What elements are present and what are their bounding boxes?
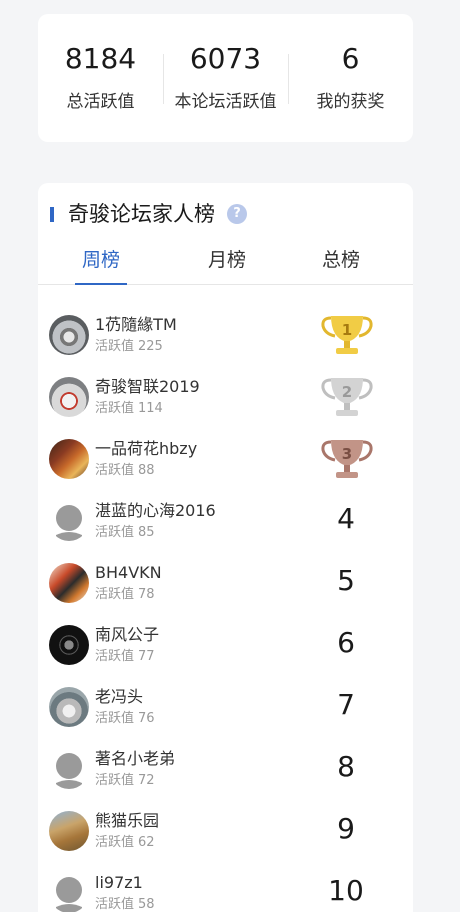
activity-score: 活跃值 78 [95, 587, 155, 603]
stat-value: 8184 [64, 42, 137, 75]
activity-value: 225 [138, 339, 163, 354]
help-icon[interactable]: ? [227, 204, 247, 224]
ranking-header: 奇骏论坛家人榜 ? [50, 201, 247, 227]
ranking-title: 奇骏论坛家人榜 [68, 202, 215, 226]
activity-label: 活跃值 [95, 835, 135, 850]
user-name[interactable]: 1芿隨緣TM [95, 315, 177, 335]
stats-card: 8184 总活跃值 6073 本论坛活跃值 6 我的获奖 [38, 14, 413, 142]
rank-number: 4 [337, 502, 355, 535]
stat-value: 6 [341, 42, 360, 75]
ranking-row[interactable]: 奇骏智联2019 活跃值 114 2 [38, 363, 413, 425]
user-avatar[interactable] [49, 315, 89, 355]
activity-value: 88 [138, 463, 155, 478]
default-avatar-icon [56, 877, 82, 912]
title-accent-bar [50, 206, 54, 222]
activity-score: 活跃值 58 [95, 897, 155, 912]
activity-value: 85 [138, 525, 155, 540]
user-avatar[interactable] [49, 501, 89, 541]
activity-label: 活跃值 [95, 711, 135, 726]
activity-label: 活跃值 [95, 525, 135, 540]
activity-value: 76 [138, 711, 155, 726]
activity-score: 活跃值 114 [95, 401, 163, 417]
stat-label: 我的获奖 [316, 92, 385, 112]
gold-trophy-icon: 1 [321, 316, 373, 354]
activity-score: 活跃值 85 [95, 525, 155, 541]
rank-number: 5 [337, 564, 355, 597]
rank-number: 8 [337, 750, 355, 783]
default-avatar-icon [56, 505, 82, 541]
user-avatar[interactable] [49, 439, 89, 479]
rank-number: 9 [337, 812, 355, 845]
activity-label: 活跃值 [95, 587, 135, 602]
activity-value: 72 [138, 773, 155, 788]
activity-value: 58 [138, 897, 155, 912]
activity-score: 活跃值 76 [95, 711, 155, 727]
silver-trophy-icon: 2 [321, 378, 373, 416]
default-avatar-icon [56, 753, 82, 789]
user-name[interactable]: 南风公子 [95, 625, 159, 645]
ranking-row[interactable]: 一品荷花hbzy 活跃值 88 3 [38, 425, 413, 487]
activity-label: 活跃值 [95, 897, 135, 912]
user-avatar[interactable] [49, 749, 89, 789]
stat-value: 6073 [189, 42, 262, 75]
svg-text:2: 2 [342, 383, 352, 401]
stat-forum-activity[interactable]: 6073 本论坛活跃值 [163, 14, 288, 142]
stat-label: 本论坛活跃值 [174, 92, 277, 112]
ranking-row[interactable]: 1芿隨緣TM 活跃值 225 1 [38, 301, 413, 363]
user-name[interactable]: BH4VKN [95, 563, 162, 583]
activity-label: 活跃值 [95, 463, 135, 478]
user-name[interactable]: 奇骏智联2019 [95, 377, 200, 397]
tab-monthly[interactable]: 月榜 [192, 246, 262, 274]
stat-my-awards[interactable]: 6 我的获奖 [288, 14, 413, 142]
svg-text:1: 1 [342, 321, 352, 339]
user-avatar[interactable] [49, 687, 89, 727]
user-name[interactable]: li97z1 [95, 873, 143, 893]
stat-total-activity[interactable]: 8184 总活跃值 [38, 14, 163, 142]
user-avatar[interactable] [49, 811, 89, 851]
activity-value: 62 [138, 835, 155, 850]
activity-label: 活跃值 [95, 773, 135, 788]
user-avatar[interactable] [49, 377, 89, 417]
user-name[interactable]: 著名小老弟 [95, 749, 175, 769]
tab-total[interactable]: 总榜 [306, 246, 376, 274]
activity-score: 活跃值 225 [95, 339, 163, 355]
activity-score: 活跃值 72 [95, 773, 155, 789]
ranking-row[interactable]: 南风公子 活跃值 77 6 [38, 611, 413, 673]
ranking-tabs: 周榜 月榜 总榜 [38, 246, 413, 285]
ranking-row[interactable]: BH4VKN 活跃值 78 5 [38, 549, 413, 611]
ranking-row[interactable]: 熊猫乐园 活跃值 62 9 [38, 797, 413, 859]
user-name[interactable]: 一品荷花hbzy [95, 439, 197, 459]
user-name[interactable]: 老冯头 [95, 687, 143, 707]
user-avatar[interactable] [49, 873, 89, 912]
rank-number: 6 [337, 626, 355, 659]
stat-label: 总活跃值 [66, 92, 135, 112]
user-name[interactable]: 湛蓝的心海2016 [95, 501, 216, 521]
ranking-row[interactable]: 老冯头 活跃值 76 7 [38, 673, 413, 735]
user-avatar[interactable] [49, 563, 89, 603]
ranking-card: 奇骏论坛家人榜 ? 周榜 月榜 总榜 1芿隨緣TM 活跃值225 1 奇骏智联 [38, 183, 413, 912]
rank-number: 7 [337, 688, 355, 721]
activity-label: 活跃值 [95, 339, 135, 354]
user-name[interactable]: 熊猫乐园 [95, 811, 159, 831]
ranking-row[interactable]: 湛蓝的心海2016 活跃值 85 4 [38, 487, 413, 549]
tab-weekly[interactable]: 周榜 [66, 246, 136, 274]
rank-number: 10 [328, 874, 364, 907]
svg-text:3: 3 [342, 445, 352, 463]
user-avatar[interactable] [49, 625, 89, 665]
activity-score: 活跃值 77 [95, 649, 155, 665]
activity-value: 78 [138, 587, 155, 602]
activity-score: 活跃值 62 [95, 835, 155, 851]
activity-value: 114 [138, 401, 163, 416]
active-tab-indicator [75, 283, 127, 285]
activity-label: 活跃值 [95, 401, 135, 416]
activity-score: 活跃值 88 [95, 463, 155, 479]
ranking-row[interactable]: li97z1 活跃值 58 10 [38, 859, 413, 912]
ranking-row[interactable]: 著名小老弟 活跃值 72 8 [38, 735, 413, 797]
activity-value: 77 [138, 649, 155, 664]
activity-label: 活跃值 [95, 649, 135, 664]
bronze-trophy-icon: 3 [321, 440, 373, 478]
